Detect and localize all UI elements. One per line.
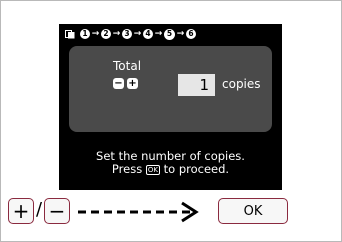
step-2: 2 bbox=[101, 29, 111, 39]
copy-mode-icon bbox=[65, 29, 75, 39]
separator-slash: / bbox=[35, 199, 43, 220]
dashed-arrow-icon bbox=[78, 200, 208, 228]
step-arrow-icon: → bbox=[133, 28, 142, 39]
plus-button[interactable]: + bbox=[8, 198, 34, 224]
step-arrow-icon: → bbox=[112, 28, 121, 39]
ok-key-icon: OK bbox=[145, 165, 160, 175]
step-4: 4 bbox=[143, 29, 153, 39]
ok-button[interactable]: OK bbox=[218, 198, 288, 224]
step-arrow-icon: → bbox=[91, 28, 100, 39]
instruction-line-2: Press OK to proceed. bbox=[59, 163, 282, 176]
instruction-suffix: to proceed. bbox=[163, 162, 230, 176]
step-3: 3 bbox=[122, 29, 132, 39]
instruction-prefix: Press bbox=[111, 162, 143, 176]
step-5-current: 5 bbox=[164, 28, 175, 40]
copies-label: copies bbox=[222, 77, 261, 91]
instruction-message: Set the number of copies. Press OK to pr… bbox=[59, 150, 282, 176]
control-panel-guide: + / − OK bbox=[8, 198, 308, 228]
lcd-screen: 1 → 2 → 3 → 4 → 5 → 6 Total − + 1 copies… bbox=[59, 24, 282, 190]
copies-quantity-field[interactable]: 1 bbox=[178, 74, 215, 96]
copies-panel: Total − + 1 copies bbox=[69, 46, 272, 132]
step-6: 6 bbox=[186, 29, 196, 39]
total-label: Total bbox=[113, 59, 142, 73]
step-arrow-icon: → bbox=[154, 28, 163, 39]
step-1: 1 bbox=[80, 29, 90, 39]
step-progress-bar: 1 → 2 → 3 → 4 → 5 → 6 bbox=[65, 28, 196, 40]
step-arrow-icon: → bbox=[176, 28, 185, 39]
plus-minus-indicator: − + bbox=[113, 78, 138, 89]
plus-icon: + bbox=[127, 77, 138, 89]
minus-button[interactable]: − bbox=[44, 198, 70, 224]
minus-icon: − bbox=[113, 77, 124, 89]
